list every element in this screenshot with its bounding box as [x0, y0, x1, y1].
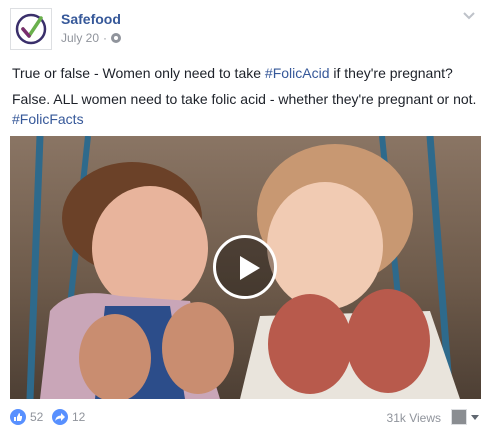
- facebook-post: Safefood July 20 · True or false - Women…: [0, 0, 491, 438]
- post-meta: July 20 ·: [61, 31, 122, 45]
- caret-down-icon[interactable]: [471, 415, 479, 420]
- shares-count-text: 12: [72, 410, 86, 424]
- post-text-question: True or false - Women only need to take …: [12, 63, 482, 83]
- viewer-avatar[interactable]: [451, 409, 467, 425]
- chevron-down-icon[interactable]: [462, 10, 476, 22]
- page-avatar[interactable]: [10, 8, 52, 50]
- safefood-logo-icon: [15, 13, 47, 45]
- post-text-answer: False. ALL women need to take folic acid…: [12, 89, 482, 129]
- play-button[interactable]: [213, 235, 277, 299]
- hashtag-folicacid-link[interactable]: #FolicAcid: [265, 65, 330, 81]
- question-suffix: if they're pregnant?: [329, 65, 453, 81]
- video-player[interactable]: [10, 136, 481, 399]
- likes-count-text: 52: [30, 410, 44, 424]
- likes-count[interactable]: 52: [10, 409, 43, 425]
- page-name-link[interactable]: Safefood: [61, 11, 121, 27]
- share-arrow-icon: [52, 409, 68, 425]
- hashtag-folicfacts-link[interactable]: #FolicFacts: [12, 109, 482, 129]
- question-prefix: True or false - Women only need to take: [12, 65, 265, 81]
- thumbs-up-icon: [10, 409, 26, 425]
- views-count: 31k Views: [386, 411, 441, 425]
- meta-separator: ·: [103, 31, 108, 45]
- globe-icon: [111, 33, 122, 43]
- answer-text: False. ALL women need to take folic acid…: [12, 91, 477, 107]
- post-header: Safefood July 20 ·: [10, 8, 480, 52]
- post-date-link[interactable]: July 20: [61, 31, 99, 45]
- shares-count[interactable]: 12: [52, 409, 85, 425]
- post-footer: 52 12 31k Views: [10, 405, 481, 431]
